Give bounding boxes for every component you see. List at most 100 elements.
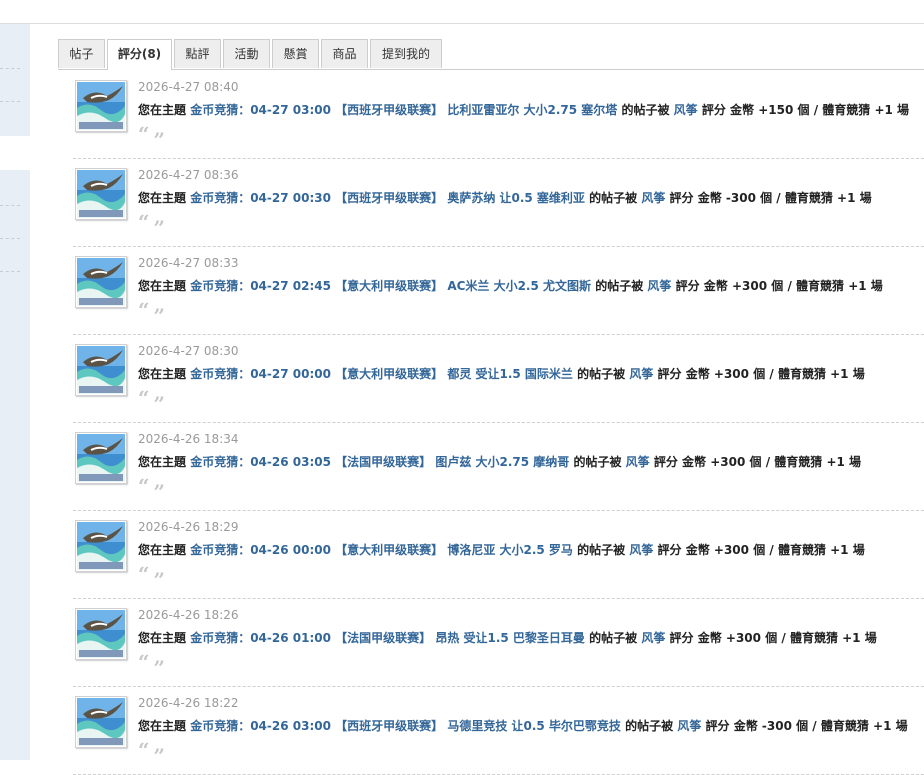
list-item: 2026-4-27 08:40 您在主題 金币竞猜：04-27 03:00 【西…	[73, 70, 924, 159]
message-prefix: 您在主題	[138, 543, 187, 557]
sidebar-gap	[0, 136, 30, 170]
quote-open-icon: “	[138, 562, 149, 586]
tab-posts[interactable]: 帖子	[58, 39, 105, 68]
tab-activities[interactable]: 活動	[223, 39, 270, 68]
rater-link[interactable]: 风筝	[629, 543, 653, 557]
message-suffix: 個 / 體育競猜 +1 場	[749, 455, 862, 469]
coin-amount: +300	[732, 279, 768, 293]
avatar[interactable]	[75, 520, 127, 572]
avatar[interactable]	[75, 256, 127, 308]
quote-close-icon: ”	[153, 744, 165, 768]
quote-close-icon: ”	[153, 656, 165, 680]
message-suffix: 個 / 體育競猜 +1 場	[797, 103, 910, 117]
avatar[interactable]	[75, 80, 127, 132]
seagull-avatar-icon	[77, 610, 125, 658]
message-prefix: 您在主題	[138, 103, 187, 117]
avatar[interactable]	[75, 696, 127, 748]
list-item: 2026-4-27 08:30 您在主題 金币竞猜：04-27 00:00 【意…	[73, 334, 924, 423]
rating-message: 您在主題 金币竞猜：04-27 02:45 【意大利甲级联赛】 AC米兰 大小2…	[138, 277, 883, 294]
message-prefix: 您在主題	[138, 279, 187, 293]
rate-word: 評分 金幣	[653, 455, 707, 469]
rate-word: 評分 金幣	[669, 631, 722, 645]
rating-time: 2026-4-27 08:30	[138, 344, 239, 358]
thread-link[interactable]: 金币竞猜：04-26 03:00 【西班牙甲级联赛】 马德里竞技 让0.5 毕尔…	[190, 719, 621, 733]
seagull-avatar-icon	[77, 170, 125, 218]
coin-amount: +300	[713, 543, 750, 557]
rate-word: 評分 金幣	[669, 191, 722, 205]
thread-link[interactable]: 金币竞猜：04-27 03:00 【西班牙甲级联赛】 比利亚雷亚尔 大小2.75…	[190, 103, 617, 117]
message-suffix: 個 / 體育競猜 +1 場	[771, 279, 883, 293]
rate-word: 評分 金幣	[675, 279, 728, 293]
list-item: 2026-4-26 18:26 您在主題 金币竞猜：04-26 01:00 【法…	[73, 598, 924, 687]
message-mid: 的帖子被	[577, 367, 626, 381]
comment-quote: “”	[138, 298, 165, 326]
comment-quote: “”	[138, 740, 165, 766]
rating-message: 您在主題 金币竞猜：04-27 03:00 【西班牙甲级联赛】 比利亚雷亚尔 大…	[138, 101, 909, 118]
avatar[interactable]	[75, 608, 127, 660]
tab-mentions[interactable]: 提到我的	[370, 39, 442, 68]
top-bar	[0, 0, 924, 24]
comment-quote: “”	[138, 562, 165, 590]
left-sidebar	[0, 24, 30, 760]
message-suffix: 個 / 體育競猜 +1 場	[753, 367, 865, 381]
list-item: 2026-4-27 08:33 您在主題 金币竞猜：04-27 02:45 【意…	[73, 246, 924, 335]
message-mid: 的帖子被	[589, 631, 638, 645]
message-mid: 的帖子被	[577, 543, 626, 557]
thread-link[interactable]: 金币竞猜：04-26 03:05 【法国甲级联赛】 图卢兹 大小2.75 摩纳哥	[190, 455, 569, 469]
rate-word: 評分 金幣	[657, 543, 710, 557]
tab-ratings[interactable]: 評分(8)	[107, 39, 172, 70]
coin-amount: +300	[725, 631, 762, 645]
thread-link[interactable]: 金币竞猜：04-27 00:00 【意大利甲级联赛】 都灵 受让1.5 国际米兰	[190, 367, 573, 381]
quote-open-icon: “	[138, 386, 149, 410]
sidebar-divider	[0, 68, 20, 69]
message-mid: 的帖子被	[589, 191, 638, 205]
avatar[interactable]	[75, 168, 127, 220]
comment-quote: “”	[138, 476, 165, 502]
quote-open-icon: “	[138, 298, 149, 322]
quote-close-icon: ”	[153, 480, 165, 504]
quote-close-icon: ”	[153, 304, 165, 328]
rater-link[interactable]: 风筝	[677, 719, 701, 733]
seagull-avatar-icon	[77, 434, 125, 482]
list-item: 2026-4-26 18:34 您在主題 金币竞猜：04-26 03:05 【法…	[73, 422, 924, 511]
rater-link[interactable]: 风筝	[647, 279, 671, 293]
thread-link[interactable]: 金币竞猜：04-26 00:00 【意大利甲级联赛】 博洛尼亚 大小2.5 罗马	[190, 543, 573, 557]
seagull-avatar-icon	[77, 698, 125, 746]
coin-amount: +300	[710, 455, 746, 469]
sidebar-divider	[0, 101, 20, 102]
thread-link[interactable]: 金币竞猜：04-27 02:45 【意大利甲级联赛】 AC米兰 大小2.5 尤文…	[190, 279, 591, 293]
avatar[interactable]	[75, 432, 127, 484]
rater-link[interactable]: 风筝	[626, 455, 650, 469]
rating-time: 2026-4-27 08:33	[138, 256, 239, 270]
thread-link[interactable]: 金币竞猜：04-26 01:00 【法国甲级联赛】 昂热 受让1.5 巴黎圣日耳…	[190, 631, 585, 645]
rating-time: 2026-4-27 08:36	[138, 168, 239, 182]
seagull-avatar-icon	[77, 522, 125, 570]
rating-time: 2026-4-27 08:40	[138, 80, 239, 94]
rating-message: 您在主題 金币竞猜：04-26 00:00 【意大利甲级联赛】 博洛尼亚 大小2…	[138, 541, 865, 558]
rater-link[interactable]: 风筝	[641, 631, 665, 645]
quote-close-icon: ”	[153, 568, 165, 592]
rating-message: 您在主題 金币竞猜：04-26 03:00 【西班牙甲级联赛】 马德里竞技 让0…	[138, 717, 908, 734]
list-item: 2026-4-26 18:22 您在主題 金币竞猜：04-26 03:00 【西…	[73, 686, 924, 775]
sidebar-divider	[0, 238, 20, 239]
avatar[interactable]	[75, 344, 127, 396]
rater-link[interactable]: 风筝	[674, 103, 698, 117]
message-prefix: 您在主題	[138, 719, 187, 733]
comment-quote: “”	[138, 124, 165, 150]
tab-comments[interactable]: 點評	[174, 39, 221, 68]
rating-message: 您在主題 金币竞猜：04-26 01:00 【法国甲级联赛】 昂热 受让1.5 …	[138, 629, 877, 646]
tab-goods[interactable]: 商品	[321, 39, 368, 68]
tab-rewards[interactable]: 懸賞	[272, 39, 319, 68]
list-item: 2026-4-26 18:29 您在主題 金币竞猜：04-26 00:00 【意…	[73, 510, 924, 599]
message-prefix: 您在主題	[138, 191, 187, 205]
rating-message: 您在主題 金币竞猜：04-27 00:00 【意大利甲级联赛】 都灵 受让1.5…	[138, 365, 865, 382]
list-item: 2026-4-27 08:36 您在主題 金币竞猜：04-27 00:30 【西…	[73, 158, 924, 247]
quote-open-icon: “	[138, 210, 149, 234]
comment-quote: “”	[138, 650, 165, 678]
thread-link[interactable]: 金币竞猜：04-27 00:30 【西班牙甲级联赛】 奥萨苏纳 让0.5 塞维利…	[190, 191, 585, 205]
rater-link[interactable]: 风筝	[641, 191, 665, 205]
rater-link[interactable]: 风筝	[629, 367, 653, 381]
sidebar-divider	[0, 205, 20, 206]
quote-open-icon: “	[138, 650, 149, 674]
seagull-avatar-icon	[77, 258, 125, 306]
